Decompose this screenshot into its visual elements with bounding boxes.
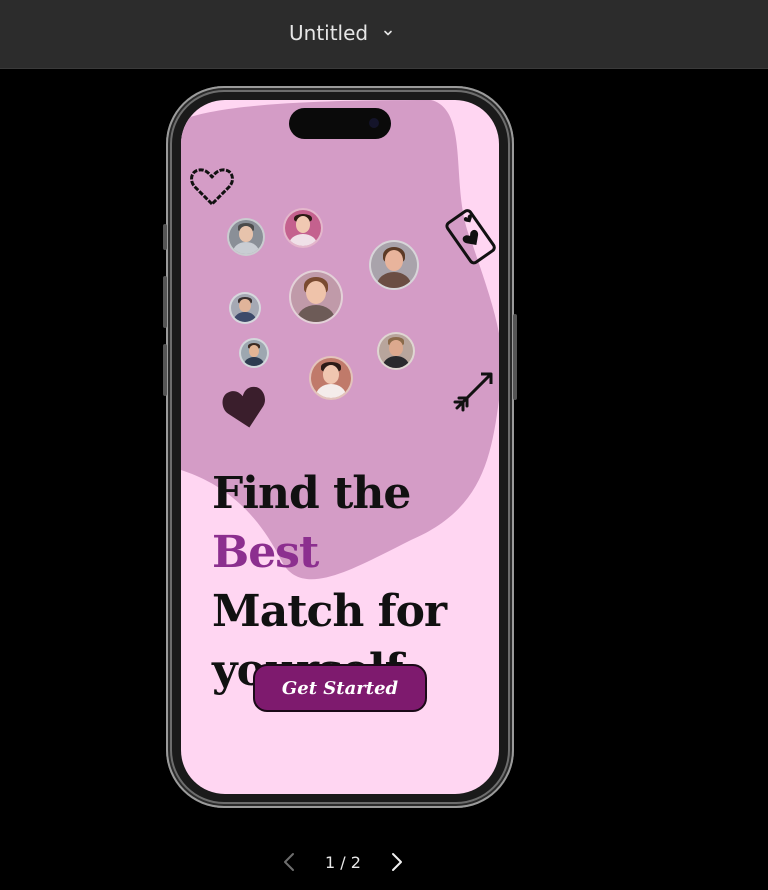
avatar-woman-smiling <box>283 208 323 248</box>
phone-side-button <box>163 224 167 250</box>
prev-page-button[interactable] <box>278 848 300 876</box>
heart-filled-icon <box>222 386 265 428</box>
arrow-icon <box>453 372 493 412</box>
document-title: Untitled <box>289 21 369 45</box>
avatar-man-suit <box>239 338 269 368</box>
page-indicator: 1 / 2 <box>325 852 361 872</box>
pager: 1 / 2 <box>278 848 408 876</box>
app-screen: Find the Best Match for yourself Get Sta… <box>181 100 499 794</box>
top-bar: Untitled <box>0 0 768 69</box>
next-page-button[interactable] <box>386 848 408 876</box>
dynamic-island <box>289 108 391 139</box>
phone-volume-up-button <box>163 276 167 328</box>
chevron-right-icon <box>391 853 402 871</box>
chevron-down-icon <box>384 30 392 36</box>
headline-line-2: Match for <box>212 586 447 637</box>
avatar-woman-curly <box>369 240 419 290</box>
avatar-woman-pink <box>309 356 353 400</box>
headline-accent: Best <box>212 527 319 578</box>
headline-prefix: Find the <box>212 468 411 519</box>
avatar-man-small <box>229 292 261 324</box>
phone-volume-down-button <box>163 344 167 396</box>
headline-line-1: Find the Best <box>212 464 499 582</box>
get-started-button[interactable]: Get Started <box>253 664 427 712</box>
document-title-menu[interactable]: Untitled <box>289 20 394 46</box>
heart-outline-icon <box>190 168 234 206</box>
chevron-left-icon <box>284 853 294 871</box>
avatar-man-beard <box>377 332 415 370</box>
phone-power-button <box>513 314 517 400</box>
avatar-man-gray <box>227 218 265 256</box>
phone-frame: Find the Best Match for yourself Get Sta… <box>163 86 517 808</box>
avatar-woman-main <box>289 270 343 324</box>
phone-hearts-icon <box>445 209 496 265</box>
